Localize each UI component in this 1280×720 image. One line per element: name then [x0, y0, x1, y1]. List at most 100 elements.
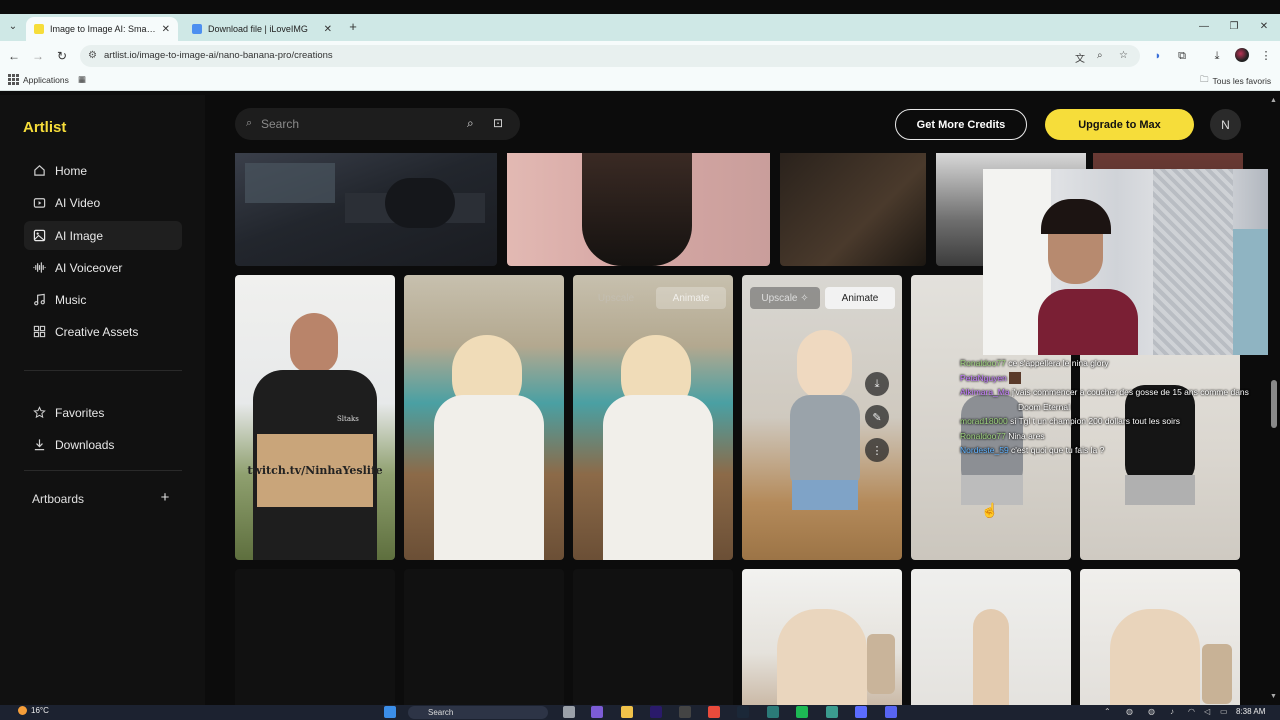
tray-app-icon[interactable]: ◍	[1126, 707, 1133, 716]
tray-chevron-icon[interactable]: ⌃	[1104, 707, 1111, 716]
creation-tile-man-sign[interactable]: Sltaks twitch.tv/NinhaYeslife	[235, 275, 395, 560]
tab-groups-icon[interactable]: ▦	[78, 74, 86, 85]
extension-icon[interactable]: ◗	[1150, 48, 1166, 64]
search-input[interactable]	[261, 115, 451, 133]
sidebar-item-ai-image[interactable]: AI Image	[24, 221, 182, 250]
scroll-down-icon[interactable]: ▼	[1270, 693, 1277, 700]
downloads-icon[interactable]: ⤓	[1209, 48, 1225, 64]
scroll-up-icon[interactable]: ▲	[1270, 97, 1277, 104]
profile-avatar[interactable]	[1235, 48, 1249, 62]
grid-icon	[33, 325, 46, 338]
taskbar-search[interactable]: Search	[408, 706, 548, 719]
edit-wand-icon[interactable]: ✎	[865, 405, 889, 429]
menu-kebab-icon[interactable]: ⋮	[1258, 48, 1274, 64]
weather-icon	[18, 706, 27, 715]
back-button[interactable]: ←	[6, 48, 22, 64]
chat-username: Alkimara_Ma	[960, 387, 1010, 397]
tab-artlist[interactable]: Image to Image AI: Smart AI Ima ✕	[26, 17, 178, 41]
sidebar-item-downloads[interactable]: Downloads	[24, 430, 182, 459]
reload-button[interactable]: ↻	[54, 48, 70, 64]
file-explorer-icon[interactable]	[621, 706, 633, 718]
upgrade-button[interactable]: Upgrade to Max	[1045, 109, 1194, 140]
creation-tile[interactable]: Upscale Animate	[573, 275, 733, 560]
chat-text: Nina ares	[1008, 430, 1045, 441]
creation-tile[interactable]	[911, 569, 1071, 705]
chat-text: si Tgl t un champion 200 dollars tout le…	[1010, 416, 1181, 426]
spotify-icon[interactable]	[796, 706, 808, 718]
sidebar-item-ai-video[interactable]: AI Video	[24, 188, 182, 217]
copilot-icon[interactable]	[591, 706, 603, 718]
get-more-credits-button[interactable]: Get More Credits	[895, 109, 1027, 140]
artlist-logo[interactable]: Artlist	[23, 119, 66, 136]
address-bar[interactable]: ⚙ artlist.io/image-to-image-ai/nano-bana…	[80, 45, 1140, 67]
chrome-icon[interactable]	[708, 706, 720, 718]
upscale-button[interactable]: Upscale	[581, 287, 651, 309]
battery-icon[interactable]: ▭	[1220, 707, 1228, 716]
bookmarks-bar: Applications ▦ 🗀 Tous les favoris	[0, 71, 1280, 91]
task-view-icon[interactable]	[563, 706, 575, 718]
sidebar-item-label: Home	[55, 163, 88, 178]
close-window-button[interactable]: ✕	[1256, 19, 1272, 35]
sidebar-item-home[interactable]: Home	[24, 156, 182, 185]
extensions-puzzle-icon[interactable]: ⧉	[1174, 48, 1190, 64]
more-options-icon[interactable]: ⋮	[865, 438, 889, 462]
site-info-icon[interactable]: ⚙	[88, 50, 97, 61]
sidebar-item-creative-assets[interactable]: Creative Assets	[24, 317, 182, 346]
new-tab-button[interactable]: +	[345, 19, 361, 35]
page-scrollbar[interactable]: ▲ ▼	[1268, 95, 1280, 705]
close-icon[interactable]: ✕	[162, 24, 170, 35]
tray-app-icon[interactable]: ◍	[1148, 707, 1155, 716]
os-taskbar: 16°C Search ⌃ ◍ ◍ ♪ ◠ ◁ ▭ 8:38 AM	[0, 705, 1280, 720]
tab-iloveimg[interactable]: Download file | iLoveIMG ✕	[184, 17, 340, 41]
wifi-icon[interactable]: ◠	[1188, 707, 1195, 716]
creation-tile[interactable]	[780, 153, 926, 266]
tab-search-button[interactable]: ⌄	[5, 19, 21, 35]
upscale-button[interactable]: Upscale ✧	[750, 287, 820, 309]
microphone-icon[interactable]: ♪	[1170, 707, 1174, 716]
folder-icon: 🗀	[1200, 74, 1209, 84]
maximize-button[interactable]: ❐	[1226, 19, 1242, 35]
scroll-thumb[interactable]	[1271, 380, 1277, 428]
image-search-icon[interactable]: ⊡	[493, 116, 503, 130]
creation-tile[interactable]	[1080, 569, 1240, 705]
minimize-button[interactable]: —	[1196, 19, 1212, 35]
translate-icon[interactable]: 文	[1075, 50, 1085, 65]
shirt-text: Sltaks	[337, 415, 359, 423]
zoom-icon[interactable]: ⌕	[1097, 50, 1103, 61]
sidebar-item-favorites[interactable]: Favorites	[24, 398, 182, 427]
volume-icon[interactable]: ◁	[1204, 707, 1210, 716]
steam-icon[interactable]	[737, 706, 749, 718]
app-icon[interactable]	[826, 706, 838, 718]
close-icon[interactable]: ✕	[324, 24, 332, 35]
add-artboard-button[interactable]: +	[157, 489, 173, 506]
animate-button[interactable]: Animate	[656, 287, 726, 309]
windows-start-icon[interactable]	[384, 706, 396, 718]
download-icon[interactable]: ⤓	[865, 372, 889, 396]
weather-widget[interactable]: 16°C	[18, 706, 49, 715]
discord-icon[interactable]	[885, 706, 897, 718]
premiere-icon[interactable]	[650, 706, 662, 718]
sidebar-item-ai-voiceover[interactable]: AI Voiceover	[24, 253, 182, 282]
creation-tile-gaming-setup[interactable]	[235, 153, 497, 266]
animate-button[interactable]: Animate	[825, 287, 895, 309]
app-icon[interactable]	[767, 706, 779, 718]
forward-button[interactable]: →	[30, 48, 46, 64]
app-icon[interactable]	[855, 706, 867, 718]
creation-tile-loading[interactable]	[573, 569, 733, 705]
creation-tile[interactable]	[742, 569, 902, 705]
sidebar-item-music[interactable]: Music	[24, 285, 182, 314]
app-icon[interactable]	[679, 706, 691, 718]
user-avatar[interactable]: N	[1210, 109, 1241, 140]
chat-username: Ronaldoo77	[960, 430, 1006, 441]
apps-bookmark[interactable]: Applications	[8, 74, 69, 85]
sidebar-divider	[24, 470, 182, 471]
creation-tile-loading[interactable]	[404, 569, 564, 705]
bookmark-star-icon[interactable]: ☆	[1119, 50, 1128, 61]
creation-tile-loading[interactable]	[235, 569, 395, 705]
taskbar-clock[interactable]: 8:38 AM	[1236, 707, 1265, 716]
all-bookmarks[interactable]: 🗀 Tous les favoris	[1200, 74, 1271, 88]
creation-tile-hovered[interactable]: Upscale ✧ Animate ⤓ ✎ ⋮	[742, 275, 902, 560]
creation-tile[interactable]	[507, 153, 770, 266]
creation-tile[interactable]	[404, 275, 564, 560]
search-submit-icon[interactable]: ⌕	[467, 116, 474, 131]
